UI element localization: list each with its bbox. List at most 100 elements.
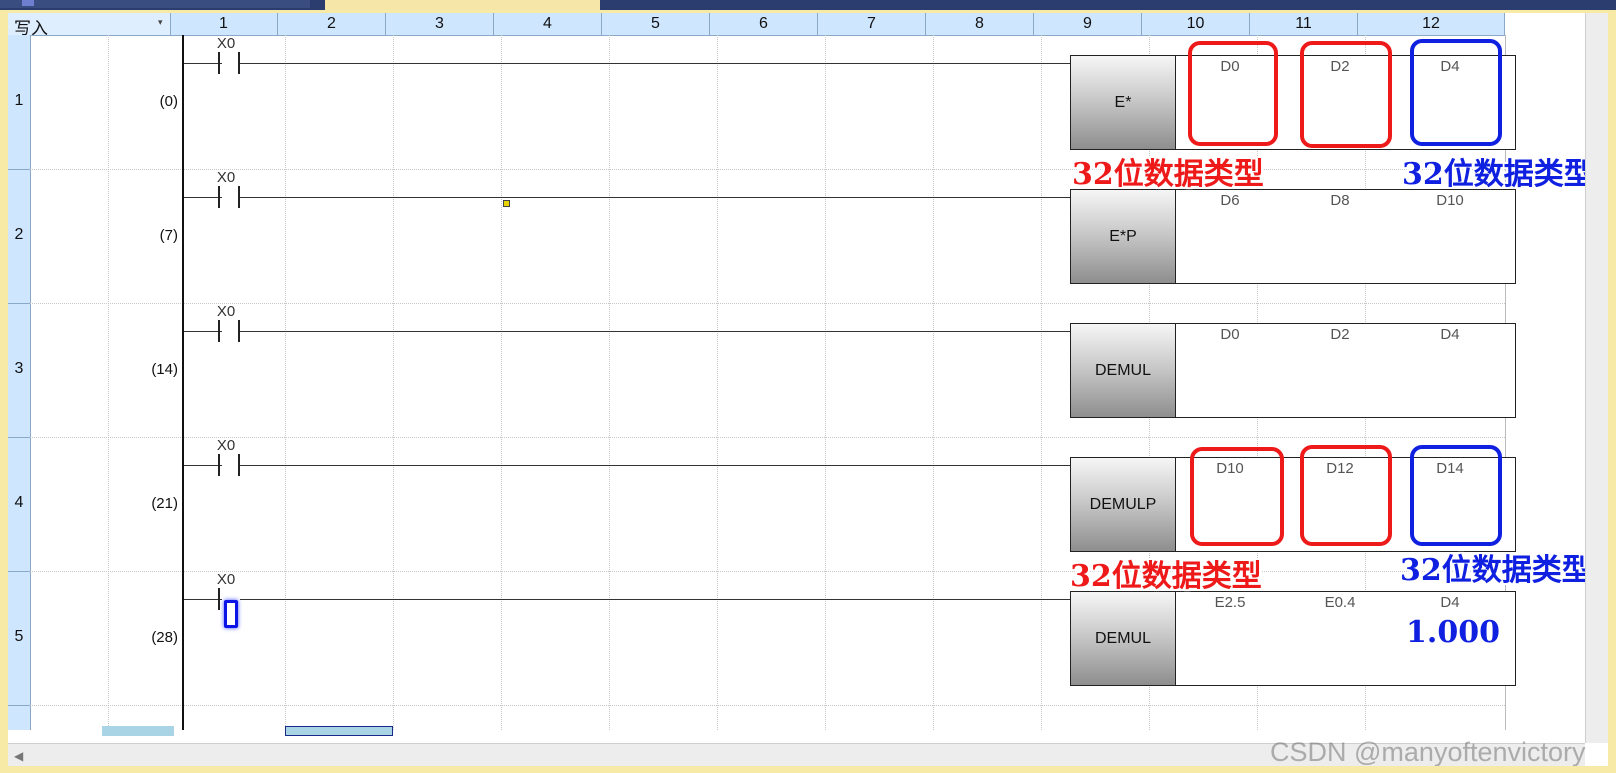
instruction-block[interactable]: E*P D6 D8 D10 xyxy=(1070,189,1516,284)
left-power-rail xyxy=(182,35,184,730)
instruction-name: E* xyxy=(1071,56,1176,149)
edit-cursor-marker[interactable] xyxy=(503,200,510,207)
column-header-12[interactable]: 12 xyxy=(1358,13,1505,35)
scroll-left-arrow-icon[interactable]: ◀ xyxy=(14,749,23,763)
highlight-box-red xyxy=(1188,41,1278,146)
annotation-32bit-red: 32位数据类型 xyxy=(1072,157,1264,192)
annotation-32bit-blue: 32位数据类型 xyxy=(1402,157,1594,192)
ladder-editor[interactable]: 写入 ▾ 1 2 3 4 5 6 7 8 9 10 11 12 1 2 3 4 xyxy=(8,13,1608,766)
instruction-name: E*P xyxy=(1071,190,1176,283)
instruction-name: DEMULP xyxy=(1071,458,1176,551)
contact-label: X0 xyxy=(216,303,236,320)
selected-cell-highlight[interactable] xyxy=(285,726,393,736)
rung-wire xyxy=(240,197,1070,198)
column-header-3[interactable]: 3 xyxy=(386,13,494,35)
operand-s2[interactable]: D8 xyxy=(1285,192,1395,209)
row-header-column: 1 2 3 4 5 xyxy=(8,35,31,730)
row-header-2[interactable]: 2 xyxy=(8,226,30,244)
rung-wire xyxy=(240,63,1070,64)
grid-line xyxy=(501,35,502,730)
contact-bar xyxy=(218,186,220,208)
editor-frame: 写入 ▾ 1 2 3 4 5 6 7 8 9 10 11 12 1 2 3 4 xyxy=(0,10,1616,773)
operand-d[interactable]: D4 xyxy=(1395,326,1505,343)
step-number: (7) xyxy=(159,227,178,244)
rung-wire xyxy=(240,599,1070,600)
contact-label: X0 xyxy=(216,437,236,454)
column-header-9[interactable]: 9 xyxy=(1034,13,1142,35)
selected-cell-highlight[interactable] xyxy=(102,726,174,736)
contact-label: X0 xyxy=(216,571,236,588)
grid-line xyxy=(825,35,826,730)
row-separator xyxy=(8,571,30,572)
operand-s1[interactable]: D6 xyxy=(1175,192,1285,209)
rung-wire xyxy=(184,197,222,198)
grid-line xyxy=(30,169,1505,170)
tab-icon xyxy=(22,0,34,6)
row-header-4[interactable]: 4 xyxy=(8,494,30,512)
rung-wire xyxy=(184,599,222,600)
column-header-7[interactable]: 7 xyxy=(818,13,926,35)
grid-line xyxy=(609,35,610,730)
operand-s2[interactable]: D2 xyxy=(1285,326,1395,343)
column-header-1[interactable]: 1 xyxy=(170,13,278,35)
row-header-5[interactable]: 5 xyxy=(8,628,30,646)
grid-line xyxy=(285,35,286,730)
instruction-block[interactable]: DEMUL D0 D2 D4 xyxy=(1070,323,1516,418)
vertical-scrollbar[interactable] xyxy=(1585,13,1608,743)
annotation-32bit-blue: 32位数据类型 xyxy=(1400,553,1592,588)
step-number: (28) xyxy=(151,629,178,646)
highlight-box-blue xyxy=(1410,39,1502,146)
rung-wire xyxy=(184,63,222,64)
instruction-name: DEMUL xyxy=(1071,324,1176,417)
column-header-row: 写入 ▾ 1 2 3 4 5 6 7 8 9 10 11 12 xyxy=(8,13,1505,38)
column-header-2[interactable]: 2 xyxy=(278,13,386,35)
contact-bar xyxy=(218,52,220,74)
header-blank xyxy=(1505,13,1585,35)
annotation-result-value: 1.000 xyxy=(1406,615,1500,650)
inactive-tab[interactable] xyxy=(0,0,310,8)
dropdown-arrow-icon[interactable]: ▾ xyxy=(158,17,163,28)
step-number: (14) xyxy=(151,361,178,378)
operand-s1[interactable]: E2.5 xyxy=(1175,594,1285,611)
column-header-8[interactable]: 8 xyxy=(926,13,1034,35)
row-separator xyxy=(8,303,30,304)
grid-line xyxy=(30,303,1505,304)
grid-line xyxy=(933,35,934,730)
rung-wire xyxy=(240,331,1070,332)
operand-s2[interactable]: E0.4 xyxy=(1285,594,1395,611)
operand-d[interactable]: D10 xyxy=(1395,192,1505,209)
column-header-5[interactable]: 5 xyxy=(602,13,710,35)
row-header-3[interactable]: 3 xyxy=(8,360,30,378)
instruction-name: DEMUL xyxy=(1071,592,1176,685)
contact-bar xyxy=(218,320,220,342)
contact-bar xyxy=(218,454,220,476)
row-separator xyxy=(8,169,30,170)
highlight-box-blue xyxy=(1410,445,1502,546)
rung-wire xyxy=(240,465,1070,466)
operand-s1[interactable]: D0 xyxy=(1175,326,1285,343)
operand-d[interactable]: D4 xyxy=(1395,594,1505,611)
selected-contact-cursor[interactable] xyxy=(224,600,238,628)
top-tab-strip xyxy=(0,0,1616,10)
row-separator xyxy=(8,437,30,438)
mode-selector[interactable]: 写入 ▾ xyxy=(8,13,171,38)
highlight-box-red xyxy=(1300,41,1392,148)
contact-label: X0 xyxy=(216,35,236,52)
highlight-box-red xyxy=(1190,447,1284,546)
grid-line xyxy=(1041,35,1042,730)
grid-line xyxy=(717,35,718,730)
column-header-6[interactable]: 6 xyxy=(710,13,818,35)
active-tab[interactable] xyxy=(325,0,600,10)
step-number: (0) xyxy=(159,93,178,110)
highlight-box-red xyxy=(1300,445,1392,546)
row-header-1[interactable]: 1 xyxy=(8,92,30,110)
grid-line xyxy=(393,35,394,730)
contact-bar xyxy=(218,588,220,610)
column-header-11[interactable]: 11 xyxy=(1250,13,1358,35)
row-separator xyxy=(8,705,30,706)
column-header-4[interactable]: 4 xyxy=(494,13,602,35)
column-header-10[interactable]: 10 xyxy=(1142,13,1250,35)
grid-line xyxy=(30,705,1505,706)
contact-label: X0 xyxy=(216,169,236,186)
step-number: (21) xyxy=(151,495,178,512)
